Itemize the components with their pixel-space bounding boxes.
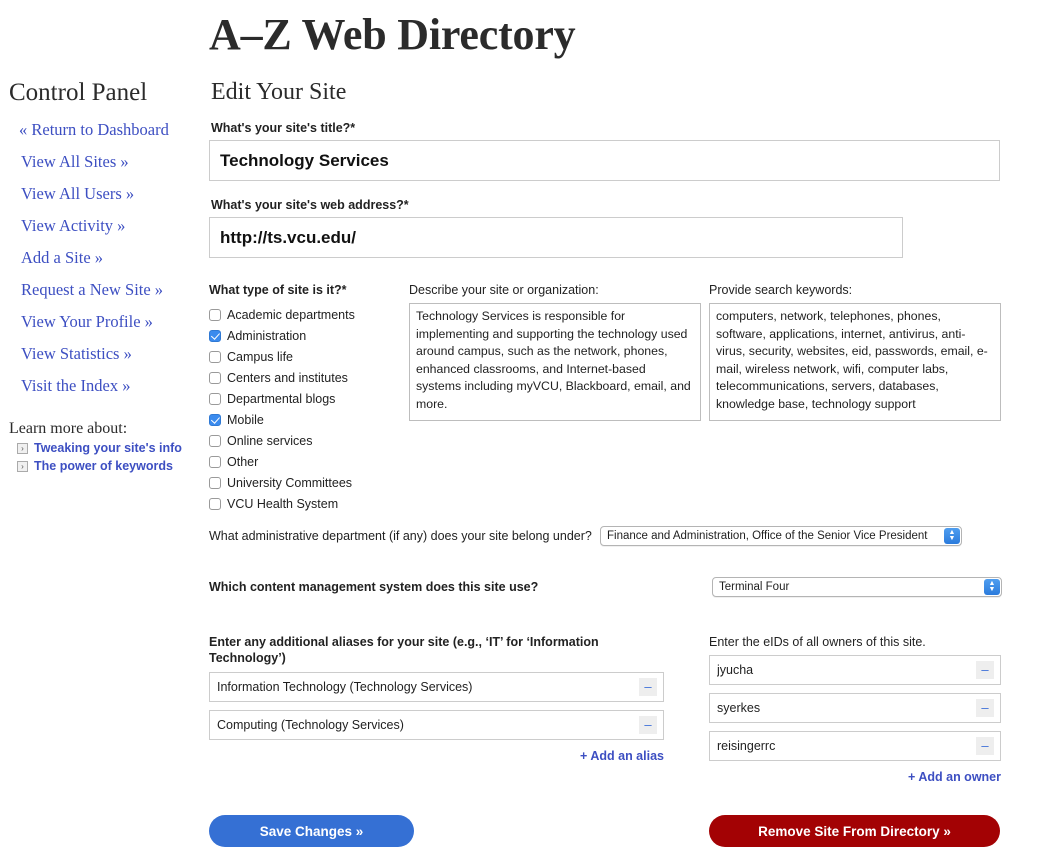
control-panel-title: Control Panel (9, 79, 148, 106)
keywords-label: Provide search keywords: (709, 283, 853, 297)
site-type-option-label: University Committees (227, 475, 353, 490)
remove-site-button[interactable]: Remove Site From Directory » (709, 815, 1000, 847)
site-url-input[interactable] (209, 217, 903, 258)
description-label: Describe your site or organization: (409, 283, 599, 297)
remove-alias-button[interactable]: – (639, 678, 657, 696)
site-type-option-label: Other (227, 454, 259, 469)
remove-owner-button[interactable]: – (976, 737, 994, 755)
chevron-updown-icon[interactable]: ▲ ▼ (984, 579, 1000, 595)
owner-row[interactable]: – (709, 655, 1001, 685)
learn-more-item-keywords[interactable]: › The power of keywords (17, 459, 205, 474)
checkbox-icon[interactable] (209, 434, 221, 447)
chevron-updown-icon[interactable]: ▲ ▼ (944, 528, 960, 544)
department-select[interactable]: Finance and Administration, Office of th… (600, 526, 962, 546)
site-type-option-university-committees[interactable]: University Committees (209, 472, 404, 493)
alias-row[interactable]: – (209, 672, 664, 702)
sidebar-item-add-a-site[interactable]: Add a Site » (21, 248, 205, 267)
alias-row[interactable]: – (209, 710, 664, 740)
learn-more-link-label[interactable]: Tweaking your site's info (34, 441, 182, 456)
site-title-input[interactable] (209, 140, 1000, 181)
site-type-option-mobile[interactable]: Mobile (209, 409, 404, 430)
site-type-option-label: VCU Health System (227, 496, 339, 511)
keywords-textarea[interactable]: computers, network, telephones, phones, … (709, 303, 1001, 421)
checkbox-icon[interactable] (209, 455, 221, 468)
checkbox-icon[interactable] (209, 476, 221, 489)
sidebar-item-view-all-users[interactable]: View All Users » (21, 184, 205, 203)
checkbox-icon[interactable] (209, 497, 221, 510)
site-url-label: What's your site's web address?* (211, 198, 409, 212)
description-column: Describe your site or organization: Tech… (409, 282, 701, 421)
remove-owner-button[interactable]: – (976, 699, 994, 717)
site-type-option-label: Departmental blogs (227, 391, 336, 406)
department-row: What administrative department (if any) … (209, 526, 1009, 546)
add-owner-link[interactable]: + Add an owner (709, 769, 1001, 785)
learn-more-title: Learn more about: (9, 420, 128, 437)
owner-row[interactable]: – (709, 731, 1001, 761)
owners-label: Enter the eIDs of all owners of this sit… (709, 635, 926, 649)
sidebar-item-view-all-sites[interactable]: View All Sites » (21, 152, 205, 171)
site-type-option-label: Mobile (227, 412, 264, 427)
department-label: What administrative department (if any) … (209, 529, 592, 543)
site-masthead: A–Z Web Directory (209, 10, 576, 59)
site-type-option-other[interactable]: Other (209, 451, 404, 472)
page-title: Edit Your Site (211, 79, 347, 105)
site-type-option-academic-departments[interactable]: Academic departments (209, 304, 404, 325)
aliases-section: Enter any additional aliases for your si… (209, 634, 664, 764)
department-selected-value: Finance and Administration, Office of th… (607, 530, 928, 542)
learn-more-block: Learn more about: › Tweaking your site's… (9, 419, 205, 474)
learn-more-item-tweaking[interactable]: › Tweaking your site's info (17, 441, 205, 456)
site-type-option-label: Centers and institutes (227, 370, 348, 385)
main-content: Edit Your Site What's your site's title?… (209, 78, 1009, 258)
owner-input[interactable] (710, 661, 960, 679)
site-type-option-administration[interactable]: Administration (209, 325, 404, 346)
remove-alias-button[interactable]: – (639, 716, 657, 734)
owner-row[interactable]: – (709, 693, 1001, 723)
alias-input[interactable] (210, 678, 623, 696)
cms-label: Which content management system does thi… (209, 580, 539, 594)
sidebar-item-request-a-new-site[interactable]: Request a New Site » (21, 280, 205, 299)
sidebar-item-view-your-profile[interactable]: View Your Profile » (21, 312, 205, 331)
checkbox-checked-icon[interactable] (209, 413, 221, 426)
site-type-option-online-services[interactable]: Online services (209, 430, 404, 451)
cms-select[interactable]: Terminal Four ▲ ▼ (712, 577, 1002, 597)
site-type-option-label: Online services (227, 433, 313, 448)
site-type-option-label: Administration (227, 328, 307, 343)
keywords-column: Provide search keywords: computers, netw… (709, 282, 1001, 421)
aliases-label: Enter any additional aliases for your si… (209, 635, 599, 665)
sidebar-item-return-to-dashboard[interactable]: « Return to Dashboard (19, 120, 205, 139)
owner-input[interactable] (710, 737, 960, 755)
site-type-option-campus-life[interactable]: Campus life (209, 346, 404, 367)
owners-section: Enter the eIDs of all owners of this sit… (709, 634, 1001, 785)
checkbox-icon[interactable] (209, 371, 221, 384)
site-type-label: What type of site is it?* (209, 283, 347, 297)
cms-selected-value: Terminal Four (719, 581, 790, 593)
sidebar-item-view-activity[interactable]: View Activity » (21, 216, 205, 235)
save-changes-button[interactable]: Save Changes » (209, 815, 414, 847)
sidebar-item-visit-the-index[interactable]: Visit the Index » (21, 376, 205, 395)
chevron-right-icon: › (17, 461, 28, 472)
chevron-right-icon: › (17, 443, 28, 454)
site-type-option-label: Campus life (227, 349, 293, 364)
owner-input[interactable] (710, 699, 960, 717)
checkbox-icon[interactable] (209, 392, 221, 405)
site-type-option-label: Academic departments (227, 307, 355, 322)
site-type-column: What type of site is it?* Academic depar… (209, 282, 404, 514)
sidebar: Control Panel « Return to Dashboard View… (0, 78, 205, 477)
alias-input[interactable] (210, 716, 623, 734)
site-type-option-vcu-health-system[interactable]: VCU Health System (209, 493, 404, 514)
sidebar-item-view-statistics[interactable]: View Statistics » (21, 344, 205, 363)
add-alias-link[interactable]: + Add an alias (209, 748, 664, 764)
cms-row: Which content management system does thi… (209, 577, 1009, 597)
checkbox-checked-icon[interactable] (209, 329, 221, 342)
site-type-option-centers-and-institutes[interactable]: Centers and institutes (209, 367, 404, 388)
checkbox-icon[interactable] (209, 308, 221, 321)
checkbox-icon[interactable] (209, 350, 221, 363)
description-textarea[interactable]: Technology Services is responsible for i… (409, 303, 701, 421)
site-type-option-departmental-blogs[interactable]: Departmental blogs (209, 388, 404, 409)
remove-owner-button[interactable]: – (976, 661, 994, 679)
site-title-label: What's your site's title?* (211, 121, 356, 135)
learn-more-link-label[interactable]: The power of keywords (34, 459, 173, 474)
